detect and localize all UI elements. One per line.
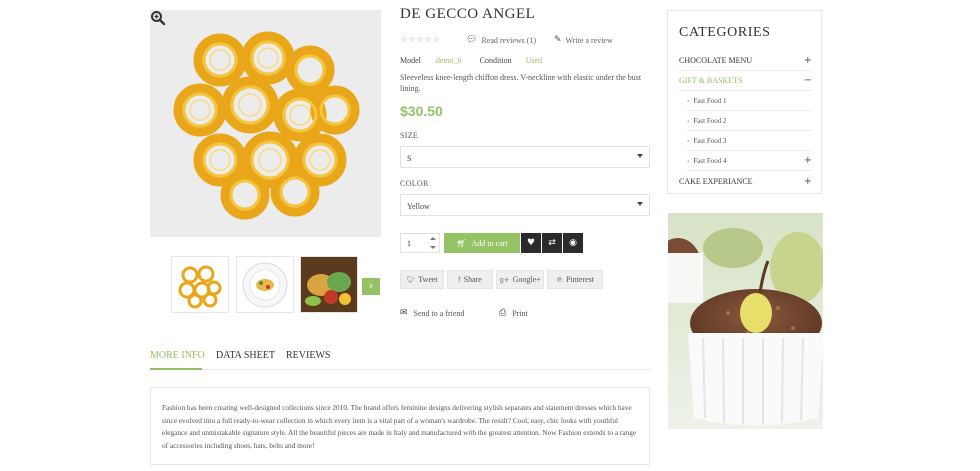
cart-icon: 🛒︎ (456, 238, 467, 248)
expand-icon[interactable]: + (804, 176, 812, 187)
souffle-illustration (668, 213, 823, 429)
color-label: COLOR (400, 179, 429, 188)
read-reviews-label: Read reviews (1) (481, 35, 537, 45)
category-label: GIFT & BASKETS (679, 76, 743, 85)
twitter-icon: 🐦︎ (406, 275, 416, 284)
google-plus-icon: g+ (499, 275, 510, 284)
category-item-gift-baskets[interactable]: GIFT & BASKETS − (679, 71, 812, 91)
product-meta: Model demo_6 Condition Used (400, 56, 542, 65)
thumbnail-pasta[interactable] (171, 256, 229, 313)
tab-data-sheet[interactable]: DATA SHEET (216, 350, 275, 361)
chevron-right-icon: › (368, 279, 374, 292)
add-to-cart-button[interactable]: 🛒︎ Add to cart (444, 233, 520, 253)
google-plus-button[interactable]: g+ Google+ (496, 270, 544, 289)
chevron-right-icon: › (687, 157, 690, 165)
print-link[interactable]: ⎙ Print (499, 308, 528, 318)
pasta-nests-illustration (173, 31, 360, 220)
subcategory-item-fast-food-2[interactable]: › Fast Food 2 (687, 111, 812, 131)
tweet-label: Tweet (418, 275, 438, 284)
wishlist-button[interactable]: ♥ (521, 233, 541, 253)
condition-label: Condition (479, 56, 512, 65)
category-label: CAKE EXPERIANCE (679, 176, 753, 186)
print-label: Print (512, 308, 528, 318)
pinterest-icon: ℗ (556, 275, 563, 284)
compare-button[interactable]: ⇄ (542, 233, 562, 253)
categories-title: CATEGORIES (679, 25, 771, 40)
color-selected-value: Yellow (407, 202, 430, 211)
google-plus-label: Google+ (512, 275, 541, 284)
subcategory-label: Fast Food 2 (693, 116, 727, 125)
write-review-link[interactable]: ✎ Write a review (554, 35, 613, 45)
increment-arrow-icon[interactable] (430, 237, 436, 240)
send-to-friend-link[interactable]: ✉ Send to a friend (400, 308, 464, 318)
condition-value: Used (525, 56, 543, 65)
quantity-stepper[interactable]: 1 (400, 233, 440, 253)
pinterest-button[interactable]: ℗ Pinterest (547, 270, 603, 289)
thumbnail-plate-image (242, 262, 288, 308)
product-description: Sleeveless knee-length chiffon dress. V-… (400, 73, 642, 93)
heart-icon: ♥ (526, 238, 536, 248)
quantity-value: 1 (407, 239, 411, 248)
rating-stars: ☆☆☆☆☆ (400, 35, 441, 44)
subcategory-label: Fast Food 3 (693, 136, 727, 145)
category-item-chocolate-menu[interactable]: CHOCOLATE MENU + (679, 51, 812, 71)
tweet-button[interactable]: 🐦︎ Tweet (400, 270, 444, 289)
thumbnail-next-button[interactable]: › (362, 278, 380, 295)
categories-block: CATEGORIES CHOCOLATE MENU + GIFT & BASKE… (667, 10, 822, 194)
zoom-icon[interactable] (150, 10, 166, 26)
read-reviews-link[interactable]: 💬︎ Read reviews (1) (466, 35, 536, 45)
quick-view-button[interactable]: ◉ (563, 233, 583, 253)
thumbnail-vegetables-image (301, 257, 357, 312)
collapse-icon[interactable]: − (804, 75, 812, 86)
compare-icon: ⇄ (548, 238, 556, 248)
thumbnail-plate[interactable] (236, 256, 294, 313)
eye-icon: ◉ (569, 238, 577, 248)
chevron-right-icon: › (687, 137, 690, 145)
chevron-right-icon: › (687, 97, 690, 105)
envelope-icon: ✉ (400, 308, 408, 318)
tabs-divider (150, 369, 650, 370)
category-item-cake-experiance[interactable]: CAKE EXPERIANCE + (679, 171, 812, 191)
print-icon: ⎙ (499, 308, 507, 318)
pencil-icon: ✎ (554, 35, 562, 45)
chevron-down-icon (637, 154, 643, 158)
subcategory-item-fast-food-4[interactable]: › Fast Food 4 + (687, 151, 812, 171)
product-main-image[interactable] (150, 10, 381, 237)
tab-content-panel: Fashion has been creating well-designed … (150, 387, 650, 465)
color-select[interactable]: Yellow (400, 194, 650, 216)
facebook-share-button[interactable]: f Share (447, 270, 493, 289)
subcategory-label: Fast Food 4 (693, 156, 727, 165)
subcategory-label: Fast Food 1 (693, 96, 727, 105)
product-price: $30.50 (400, 103, 443, 119)
add-to-cart-label: Add to cart (471, 238, 508, 248)
facebook-share-label: Share (463, 275, 482, 284)
model-value: demo_6 (435, 56, 462, 65)
product-title: DE GECCO ANGEL (400, 6, 536, 22)
tab-reviews[interactable]: REVIEWS (286, 350, 330, 361)
size-select[interactable]: S (400, 146, 650, 168)
size-label: SIZE (400, 131, 419, 140)
expand-icon[interactable]: + (804, 55, 812, 66)
model-label: Model (400, 56, 421, 65)
category-label: CHOCOLATE MENU (679, 56, 753, 65)
thumbnail-pasta-image (178, 265, 222, 309)
decrement-arrow-icon[interactable] (430, 246, 436, 249)
write-review-label: Write a review (565, 35, 613, 45)
subcategory-item-fast-food-1[interactable]: › Fast Food 1 (687, 91, 812, 111)
send-to-friend-label: Send to a friend (413, 308, 465, 318)
chevron-down-icon (637, 202, 643, 206)
tab-more-info[interactable]: MORE INFO (150, 350, 205, 361)
comment-icon: 💬︎ (466, 35, 478, 45)
tab-content-text: Fashion has been creating well-designed … (162, 403, 637, 450)
subcategory-item-fast-food-3[interactable]: › Fast Food 3 (687, 131, 812, 151)
size-selected-value: S (407, 154, 412, 163)
sidebar-banner-image[interactable] (668, 213, 823, 429)
active-tab-indicator (150, 368, 202, 370)
chevron-right-icon: › (687, 117, 690, 125)
facebook-icon: f (458, 275, 461, 284)
thumbnail-vegetables[interactable] (300, 256, 358, 313)
pinterest-label: Pinterest (566, 275, 594, 284)
expand-icon[interactable]: + (804, 155, 812, 166)
